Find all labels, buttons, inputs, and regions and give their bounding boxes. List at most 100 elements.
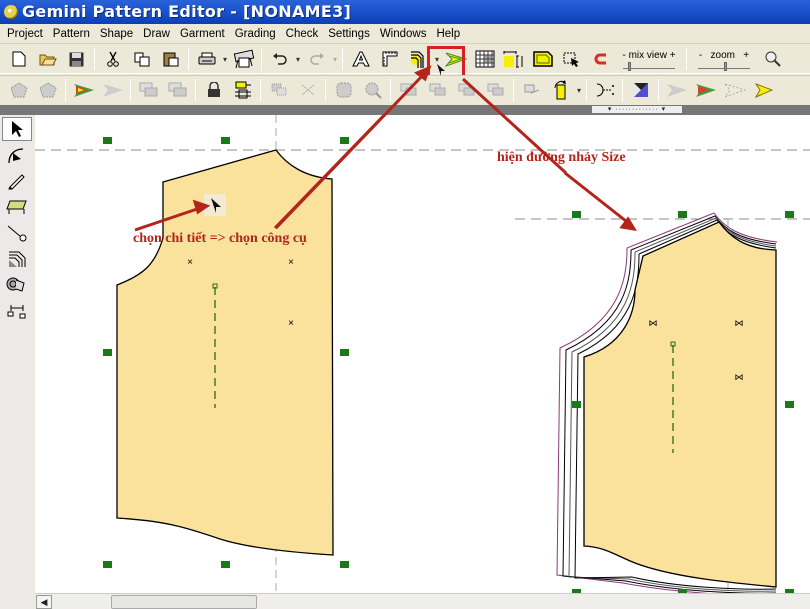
layer-tool-4-button[interactable] [426, 79, 449, 102]
curve-tool-button[interactable] [2, 143, 32, 167]
piece-outline-button[interactable] [531, 48, 554, 71]
horizontal-scrollbar[interactable]: ◀ [35, 593, 810, 609]
menu-check[interactable]: Check [281, 24, 324, 43]
redo-button[interactable] [305, 48, 328, 71]
menu-draw[interactable]: Draw [138, 24, 175, 43]
piece-tool-2-button[interactable] [36, 79, 59, 102]
mix-view-thumb[interactable] [627, 61, 631, 71]
menu-project[interactable]: Project [2, 24, 48, 43]
selection-handle[interactable] [103, 561, 112, 568]
line-tool-button[interactable] [2, 221, 32, 245]
selection-handle[interactable] [221, 137, 230, 144]
scroll-left-button[interactable]: ◀ [36, 595, 52, 609]
piece-outline[interactable] [583, 221, 777, 588]
text-tool-button[interactable] [349, 48, 372, 71]
notch-tool-button[interactable] [593, 79, 616, 102]
point-tool-2-button[interactable] [296, 79, 319, 102]
zoom-thumb[interactable] [724, 61, 728, 71]
menu-shape[interactable]: Shape [95, 24, 138, 43]
title-bar: Gemini Pattern Editor - [NONAME3] [0, 0, 810, 24]
arrow-tool-gray-button[interactable] [665, 79, 688, 102]
menu-windows[interactable]: Windows [375, 24, 432, 43]
open-folder-icon [39, 54, 57, 66]
color-fill-button[interactable] [629, 79, 652, 102]
undo-button[interactable] [268, 48, 291, 71]
zoom-search-button[interactable] [761, 48, 784, 71]
magnet-button[interactable] [589, 48, 612, 71]
grading-table-button[interactable] [473, 48, 496, 71]
paste-button[interactable] [159, 48, 182, 71]
plot-button[interactable] [232, 48, 255, 71]
point-tool-1-button[interactable] [267, 79, 290, 102]
measure-tool-button[interactable] [378, 48, 401, 71]
shape-tool-2-button[interactable] [361, 79, 384, 102]
mix-view-slider[interactable]: - mix view + [618, 50, 680, 71]
selection-handle[interactable] [572, 401, 581, 408]
selection-handle[interactable] [340, 561, 349, 568]
layer-tool-5-button[interactable] [455, 79, 478, 102]
cut-button[interactable] [101, 48, 124, 71]
toolbar-dock-dropdown[interactable]: ▾ ············· ▾ [592, 106, 682, 113]
selection-handle[interactable] [103, 137, 112, 144]
lock-button[interactable] [202, 79, 225, 102]
selection-handle[interactable] [785, 401, 794, 408]
scroll-thumb[interactable] [111, 595, 257, 609]
rotate-piece-button[interactable] [549, 79, 572, 102]
undo-dropdown-arrow[interactable]: ▾ [294, 55, 302, 64]
selection-handle[interactable] [340, 137, 349, 144]
layer-tool-2-button[interactable] [166, 79, 189, 102]
menu-pattern[interactable]: Pattern [48, 24, 95, 43]
print-dropdown-arrow[interactable]: ▾ [221, 55, 229, 64]
show-grading-button[interactable] [407, 48, 430, 71]
selection-handle[interactable] [785, 211, 794, 218]
pattern-piece-graded[interactable]: ⋈ ⋈ ⋈ [515, 211, 810, 593]
selection-handle[interactable] [103, 349, 112, 356]
dimension-tool-button[interactable] [502, 48, 525, 71]
pattern-drawing[interactable]: × × × ⋈ ⋈ ⋈ [35, 115, 810, 593]
layer-tool-1-button[interactable] [137, 79, 160, 102]
arrow-tool-dotted-button[interactable] [723, 79, 746, 102]
arrow-tool-yellow-button[interactable] [752, 79, 775, 102]
zoom-slider[interactable]: - zoom + [693, 50, 755, 71]
colored-arrow-button[interactable] [72, 79, 95, 102]
pattern-canvas[interactable]: × × × ⋈ ⋈ ⋈ chọn chi tiết => chọn công c… [35, 115, 810, 593]
gray-arrow-button[interactable] [101, 79, 124, 102]
new-file-button[interactable] [7, 48, 30, 71]
piece-table-tool-button[interactable] [2, 195, 32, 219]
menu-grading[interactable]: Grading [230, 24, 281, 43]
grading-tool-button[interactable] [2, 247, 32, 271]
select-tool-button[interactable] [2, 117, 32, 141]
open-file-button[interactable] [36, 48, 59, 71]
arrow-tool-color-button[interactable] [694, 79, 717, 102]
piece-tool-1-button[interactable] [7, 79, 30, 102]
dotted-arrow-icon [723, 83, 746, 98]
select-region-button[interactable] [560, 48, 583, 71]
pencil-tool-button[interactable] [2, 169, 32, 193]
layer-tool-3-button[interactable] [397, 79, 420, 102]
menu-settings[interactable]: Settings [323, 24, 375, 43]
rotate-dropdown-arrow[interactable]: ▾ [575, 86, 583, 95]
print-button[interactable] [195, 48, 218, 71]
save-button[interactable] [65, 48, 88, 71]
selection-handle[interactable] [678, 211, 687, 218]
copy-button[interactable] [130, 48, 153, 71]
measure-points-tool-button[interactable] [2, 299, 32, 323]
fabric-roll-tool-button[interactable] [2, 273, 32, 297]
selection-handle[interactable] [221, 561, 230, 568]
piece-arrow-tool-button[interactable] [444, 48, 467, 71]
rotate-piece-icon [554, 80, 566, 100]
mix-view-track[interactable] [623, 61, 675, 71]
zoom-track[interactable] [698, 61, 750, 71]
new-file-icon [12, 51, 25, 67]
grading-dropdown-arrow[interactable]: ▾ [433, 55, 441, 64]
selection-handle[interactable] [340, 349, 349, 356]
shape-tool-1-button[interactable] [332, 79, 355, 102]
layer-tool-6-button[interactable] [484, 79, 507, 102]
align-button[interactable] [231, 79, 254, 102]
flip-piece-button[interactable] [520, 79, 543, 102]
redo-dropdown-arrow[interactable]: ▾ [331, 55, 339, 64]
menu-help[interactable]: Help [431, 24, 465, 43]
menu-garment[interactable]: Garment [175, 24, 230, 43]
selection-handle[interactable] [572, 211, 581, 218]
toolbar-separator [586, 79, 587, 101]
